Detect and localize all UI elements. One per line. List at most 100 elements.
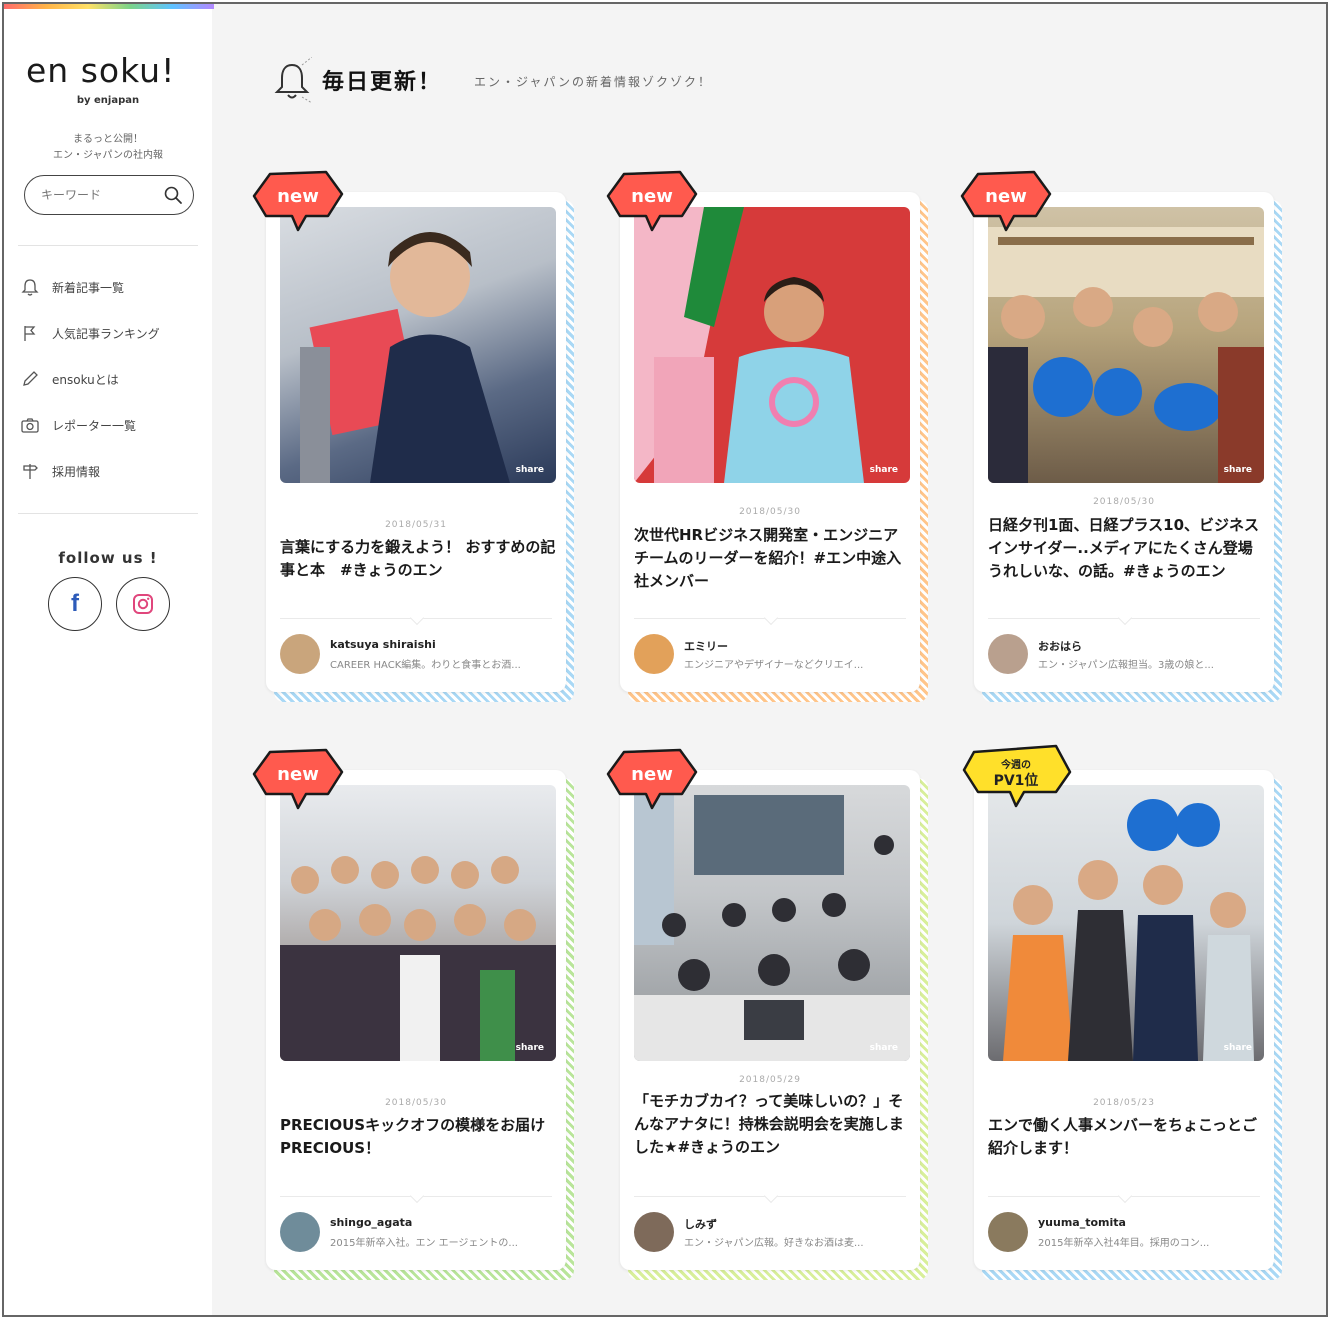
facebook-button[interactable]: f <box>48 577 102 631</box>
card-body: share 2018/05/29 「モチカブカイ？って美味しいの？」そんなアナタ… <box>620 770 920 1270</box>
new-badge-label: new <box>277 764 319 785</box>
card-notch <box>409 1188 425 1204</box>
pv-badge-bottom-label: PV1位 <box>993 773 1039 789</box>
sidebar-item-new-articles[interactable]: 新着記事一覧 <box>20 275 124 299</box>
tagline-line-2: エン・ジャパンの社内報 <box>53 150 163 161</box>
flag-icon <box>24 326 36 341</box>
author-name[interactable]: yuuma_tomita <box>1038 1216 1126 1229</box>
page-subtitle: エン・ジャパンの新着情報ゾクゾク！ <box>474 75 713 89</box>
site-tagline: まるっと公開！ エン・ジャパンの社内報 <box>4 132 212 164</box>
author-name[interactable]: shingo_agata <box>330 1216 412 1229</box>
author-description: 2015年新卒入社4年目。採用のコン... <box>1038 1238 1210 1249</box>
sidebar-item-recruit[interactable]: 採用情報 <box>20 459 100 483</box>
article-date: 2018/05/30 <box>385 1098 447 1108</box>
article-date: 2018/05/23 <box>1093 1098 1155 1108</box>
author-description: 2015年新卒入社。エン エージェントの... <box>330 1238 518 1249</box>
article-date: 2018/05/30 <box>739 507 801 517</box>
author-name[interactable]: しみず <box>684 1216 717 1232</box>
article-date: 2018/05/30 <box>1093 497 1155 507</box>
sidebar-item-ranking[interactable]: 人気記事ランキング <box>20 321 160 345</box>
author-description: エンジニアやデザイナーなどクリエイ... <box>684 660 864 671</box>
pv-badge-top-label: 今週の <box>1001 760 1031 771</box>
share-label[interactable]: share <box>1224 1043 1252 1053</box>
share-label[interactable]: share <box>870 1043 898 1053</box>
new-badge-label: new <box>631 186 673 207</box>
search-input[interactable] <box>41 185 161 205</box>
author-description: エン・ジャパン広報担当。3歳の娘と... <box>1038 660 1214 671</box>
article-title[interactable]: 次世代HRビジネス開発室・エンジニアチームのリーダーを紹介！#エン中途入社メンバ… <box>634 524 910 593</box>
author-name[interactable]: エミリー <box>684 638 728 654</box>
author-name[interactable]: おおはら <box>1038 638 1082 654</box>
card-body: share 2018/05/30 PRECIOUSキックオフの模様をお届けPRE… <box>266 770 566 1270</box>
card-notch <box>1117 610 1133 626</box>
card-notch <box>1117 1188 1133 1204</box>
article-title[interactable]: PRECIOUSキックオフの模様をお届けPRECIOUS！ <box>280 1114 556 1160</box>
article-date: 2018/05/31 <box>385 520 447 530</box>
photo-person <box>300 232 510 483</box>
card-notch <box>763 1188 779 1204</box>
sidebar-item-label: 採用情報 <box>52 464 101 479</box>
avatar[interactable] <box>280 634 320 674</box>
sidebar: en soku! by enjapan まるっと公開！ エン・ジャパンの社内報 … <box>4 9 212 1315</box>
article-card[interactable]: share 2018/05/30 日経夕刊1面、日経プラス10、ビジネスインサイ… <box>960 170 1282 702</box>
page-frame: en soku! by enjapan まるっと公開！ エン・ジャパンの社内報 … <box>2 2 1328 1317</box>
sidebar-item-label: 人気記事ランキング <box>52 326 160 341</box>
bell-icon <box>21 279 39 296</box>
avatar[interactable] <box>634 634 674 674</box>
share-label[interactable]: share <box>870 465 898 475</box>
author-description: CAREER HACK編集。わりと食事とお酒... <box>330 660 521 671</box>
instagram-button[interactable] <box>116 577 170 631</box>
article-card[interactable]: share 2018/05/29 「モチカブカイ？って美味しいの？」そんなアナタ… <box>606 748 928 1280</box>
new-badge-label: new <box>277 186 319 207</box>
photo-group <box>1003 799 1254 1061</box>
logo-byline: by enjapan <box>76 95 140 106</box>
article-title[interactable]: 「モチカブカイ？って美味しいの？」そんなアナタに！持株会説明会を実施しました★#… <box>634 1090 910 1159</box>
article-photo[interactable]: share <box>280 207 556 483</box>
article-card[interactable]: share 2018/05/23 エンで働く人事メンバーをちょこっとご紹介します… <box>962 744 1282 1280</box>
share-label[interactable]: share <box>1224 465 1252 475</box>
sidebar-item-about[interactable]: ensokuとは <box>20 367 119 391</box>
card-notch <box>763 610 779 626</box>
card-body: share 2018/05/30 日経夕刊1面、日経プラス10、ビジネスインサイ… <box>974 192 1274 692</box>
card-body: share 2018/05/31 言葉にする力を鍛えよう！ おすすめの記事と本 … <box>266 192 566 692</box>
site-logo[interactable]: en soku! <box>26 51 175 90</box>
search-icon[interactable] <box>163 185 183 205</box>
article-photo[interactable]: share <box>988 785 1264 1061</box>
header-bell-icon <box>274 57 312 103</box>
article-card[interactable]: share 2018/05/31 言葉にする力を鍛えよう！ おすすめの記事と本 … <box>252 170 574 702</box>
photo-person <box>634 207 864 483</box>
card-body: share 2018/05/23 エンで働く人事メンバーをちょこっとご紹介します… <box>974 770 1274 1270</box>
sidebar-item-reporters[interactable]: レポーター一覧 <box>20 413 136 437</box>
photo-meeting <box>634 785 910 1061</box>
share-label[interactable]: share <box>516 465 544 475</box>
article-title[interactable]: エンで働く人事メンバーをちょこっとご紹介します！ <box>988 1114 1264 1160</box>
sidebar-item-label: レポーター一覧 <box>52 418 137 433</box>
avatar[interactable] <box>280 1212 320 1252</box>
article-photo[interactable]: share <box>988 207 1264 483</box>
card-body: share 2018/05/30 次世代HRビジネス開発室・エンジニアチームのリ… <box>620 192 920 692</box>
article-title[interactable]: 言葉にする力を鍛えよう！ おすすめの記事と本 #きょうのエン <box>280 536 556 582</box>
pencil-icon <box>23 371 38 386</box>
article-title[interactable]: 日経夕刊1面、日経プラス10、ビジネスインサイダー..メディアにたくさん登場うれ… <box>988 514 1264 583</box>
article-card[interactable]: share 2018/05/30 PRECIOUSキックオフの模様をお届けPRE… <box>252 748 574 1280</box>
avatar[interactable] <box>988 634 1028 674</box>
author-description: エン・ジャパン広報。好きなお酒は麦... <box>684 1238 864 1249</box>
page-title: 毎日更新！ <box>322 70 443 95</box>
sidebar-divider <box>18 513 198 514</box>
facebook-icon: f <box>71 590 79 617</box>
article-photo[interactable]: share <box>280 785 556 1061</box>
card-notch <box>409 610 425 626</box>
sidebar-divider <box>18 245 198 246</box>
share-label[interactable]: share <box>516 1043 544 1053</box>
article-photo[interactable]: share <box>634 785 910 1061</box>
sidebar-item-label: ensokuとは <box>52 372 119 387</box>
instagram-icon <box>133 594 153 614</box>
article-card[interactable]: share 2018/05/30 次世代HRビジネス開発室・エンジニアチームのリ… <box>606 170 928 702</box>
article-photo[interactable]: share <box>634 207 910 483</box>
avatar[interactable] <box>634 1212 674 1252</box>
author-name[interactable]: katsuya shiraishi <box>330 638 436 651</box>
signpost-icon <box>23 464 38 479</box>
new-badge-label: new <box>985 186 1027 207</box>
avatar[interactable] <box>988 1212 1028 1252</box>
sidebar-item-label: 新着記事一覧 <box>52 280 125 295</box>
